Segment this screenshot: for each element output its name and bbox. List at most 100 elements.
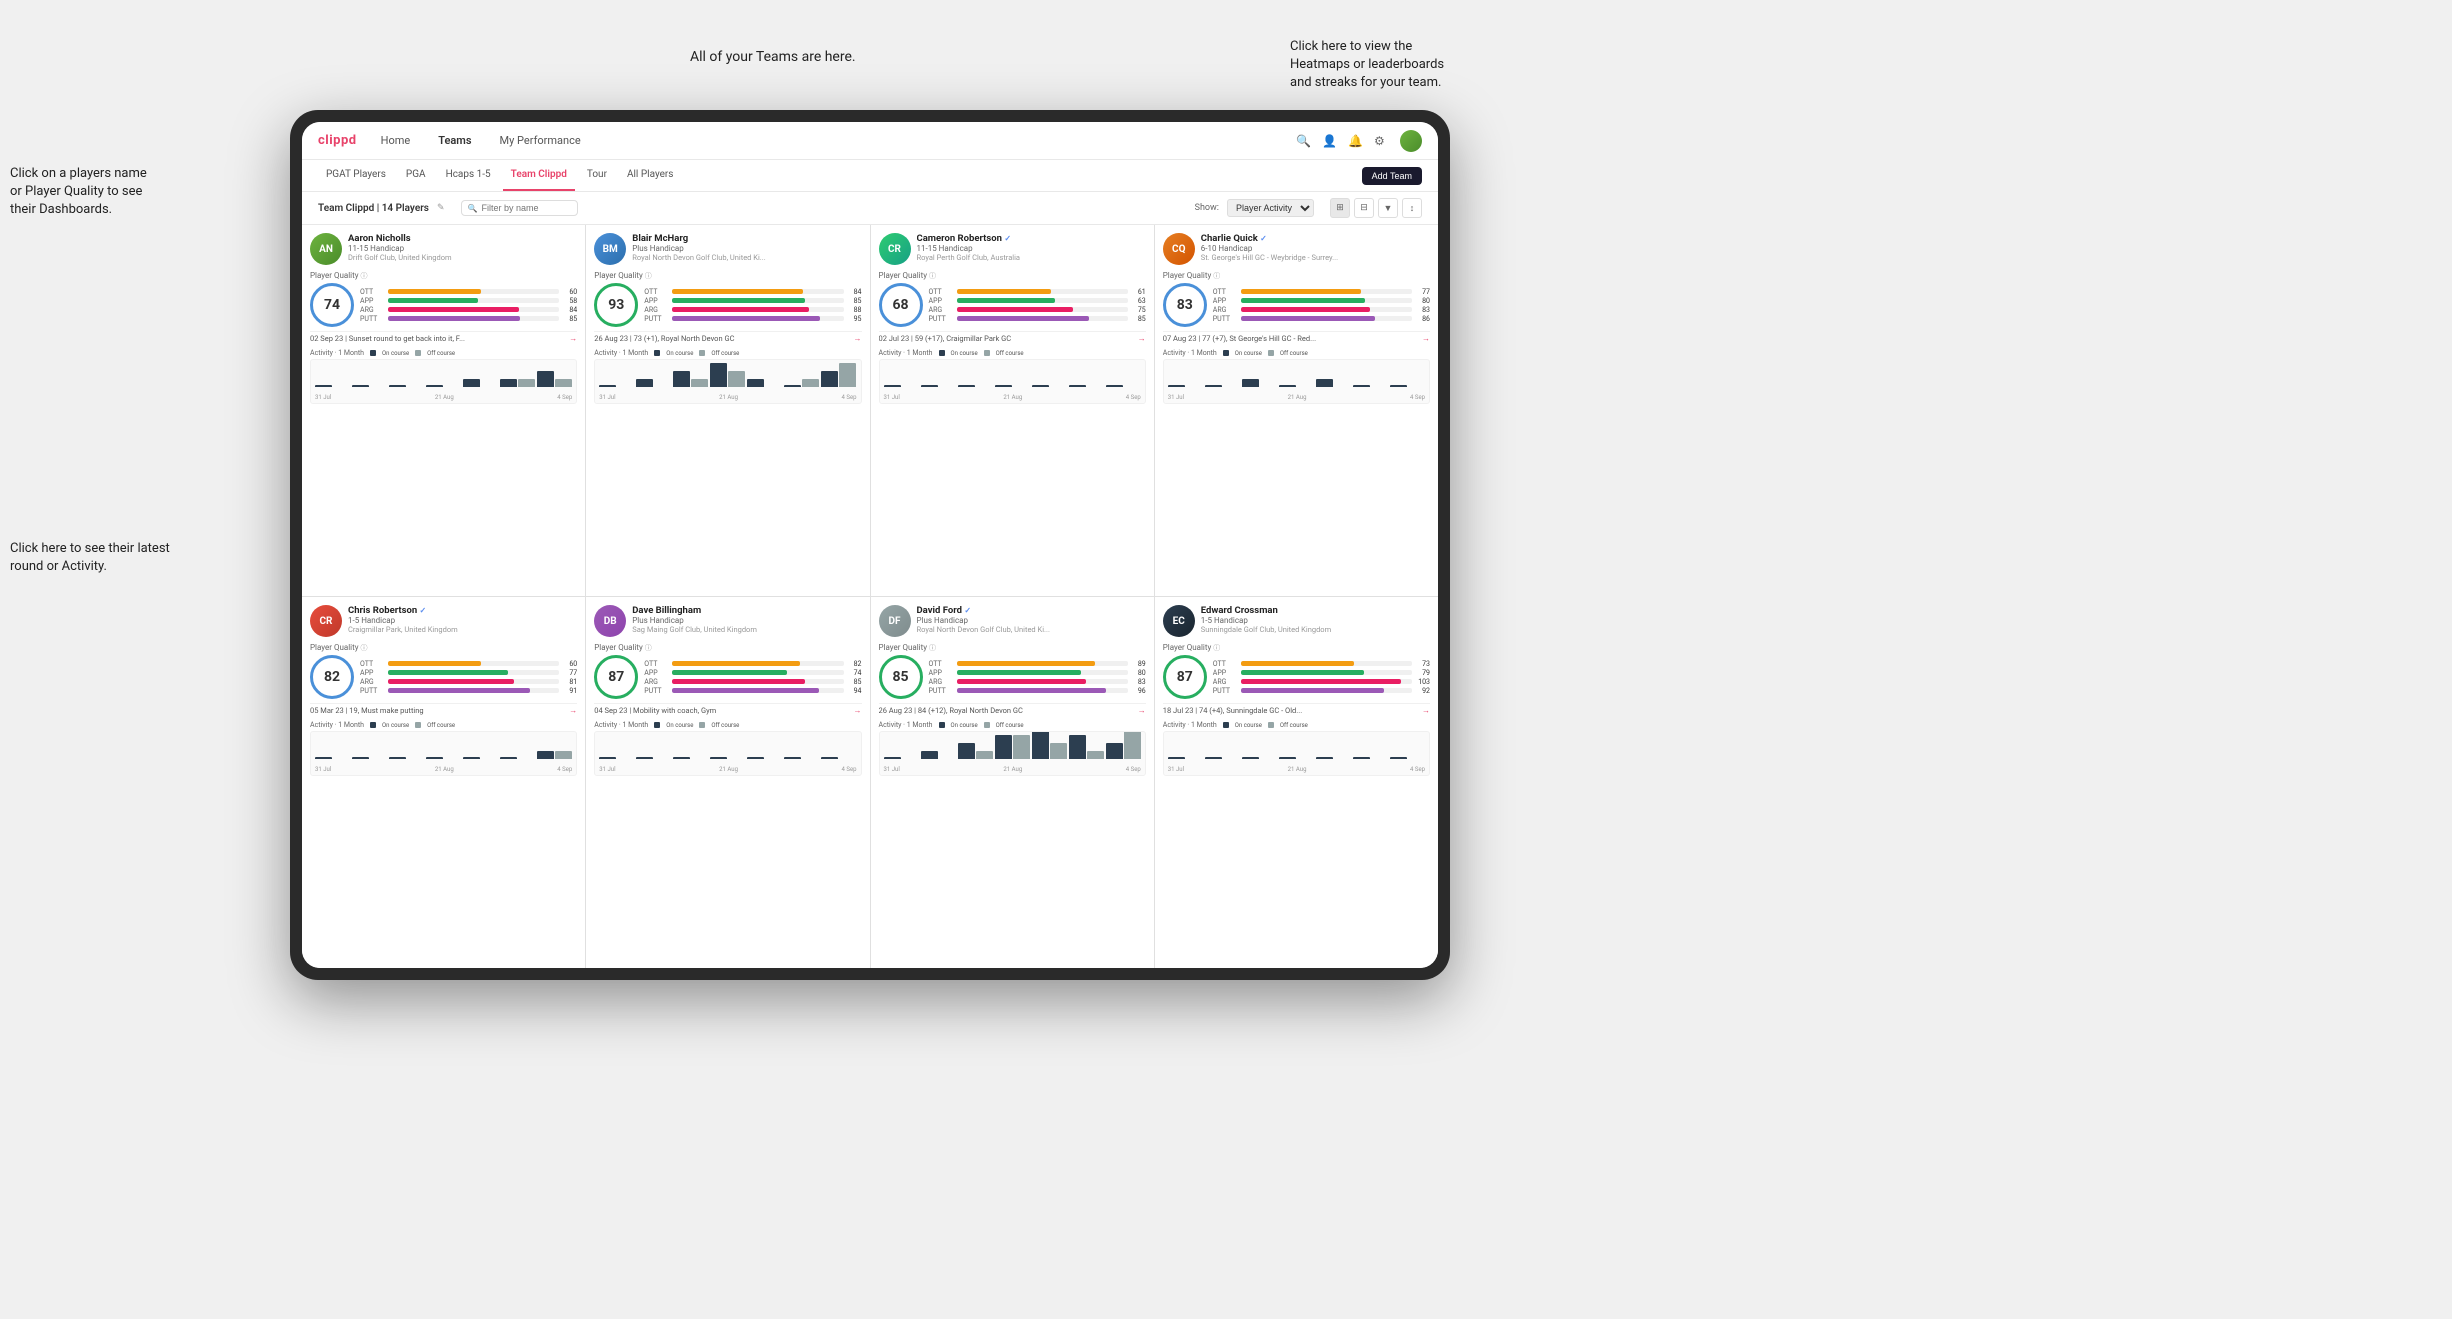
stat-name-putt: PUTT [1213, 687, 1237, 695]
latest-round[interactable]: 04 Sep 23 | Mobility with coach, Gym → [594, 703, 861, 717]
bar-group [958, 743, 993, 759]
nav-my-performance[interactable]: My Performance [496, 132, 585, 149]
chart-label-start: 31 Jul [599, 766, 615, 773]
quality-circle[interactable]: 93 [594, 283, 638, 327]
latest-round-arrow[interactable]: → [569, 706, 577, 715]
stat-bar-putt [672, 316, 843, 321]
sort-button[interactable]: ↕ [1402, 198, 1422, 218]
latest-round-arrow[interactable]: → [854, 334, 862, 343]
quality-circle[interactable]: 87 [594, 655, 638, 699]
add-team-button[interactable]: Add Team [1362, 167, 1422, 185]
tab-pga[interactable]: PGA [398, 160, 434, 191]
quality-circle[interactable]: 85 [879, 655, 923, 699]
stat-bar-putt [388, 688, 559, 693]
latest-round[interactable]: 05 Mar 23 | 19, Must make putting → [310, 703, 577, 717]
filter-button[interactable]: ▼ [1378, 198, 1398, 218]
bar-oncourse [389, 385, 406, 387]
nav-home[interactable]: Home [377, 132, 415, 149]
player-avatar: EC [1163, 605, 1195, 637]
latest-round[interactable]: 02 Jul 23 | 59 (+17), Craigmillar Park G… [879, 331, 1146, 345]
settings-icon[interactable]: ⚙ [1374, 134, 1388, 148]
latest-round-arrow[interactable]: → [1138, 706, 1146, 715]
tab-hcaps[interactable]: Hcaps 1-5 [438, 160, 499, 191]
player-card[interactable]: CR Cameron Robertson ✓ 11-15 Handicap Ro… [871, 225, 1154, 596]
latest-round-arrow[interactable]: → [569, 334, 577, 343]
latest-round[interactable]: 02 Sep 23 | Sunset round to get back int… [310, 331, 577, 345]
user-icon[interactable]: 👤 [1322, 134, 1336, 148]
latest-round-arrow[interactable]: → [1422, 706, 1430, 715]
quality-label: Player Quality ⓘ [1163, 271, 1430, 281]
player-name[interactable]: David Ford ✓ [917, 605, 1146, 616]
chart-labels: 31 Jul 21 Aug 4 Sep [1164, 766, 1429, 773]
player-name[interactable]: Cameron Robertson ✓ [917, 233, 1146, 244]
search-icon[interactable]: 🔍 [1296, 134, 1310, 148]
player-name[interactable]: Edward Crossman [1201, 605, 1430, 616]
player-card[interactable]: AN Aaron Nicholls 11-15 Handicap Drift G… [302, 225, 585, 596]
latest-round[interactable]: 26 Aug 23 | 73 (+1), Royal North Devon G… [594, 331, 861, 345]
player-avatar: AN [310, 233, 342, 265]
player-card[interactable]: CQ Charlie Quick ✓ 6-10 Handicap St. Geo… [1155, 225, 1438, 596]
player-card[interactable]: EC Edward Crossman 1-5 Handicap Sunningd… [1155, 597, 1438, 968]
player-card[interactable]: CR Chris Robertson ✓ 1-5 Handicap Craigm… [302, 597, 585, 968]
stat-name-app: APP [360, 669, 384, 677]
bar-oncourse [1106, 743, 1123, 759]
player-card[interactable]: DB Dave Billingham Plus Handicap Sag Mai… [586, 597, 869, 968]
player-header: EC Edward Crossman 1-5 Handicap Sunningd… [1163, 605, 1430, 637]
latest-round-arrow[interactable]: → [1422, 334, 1430, 343]
tab-tour[interactable]: Tour [579, 160, 615, 191]
stat-row-putt: PUTT 85 [360, 315, 577, 323]
player-name[interactable]: Chris Robertson ✓ [348, 605, 577, 616]
bar-oncourse [389, 757, 406, 759]
stat-bar-app [1241, 670, 1412, 675]
quality-circle[interactable]: 83 [1163, 283, 1207, 327]
latest-round[interactable]: 07 Aug 23 | 77 (+7), St George's Hill GC… [1163, 331, 1430, 345]
quality-circle[interactable]: 68 [879, 283, 923, 327]
latest-round-arrow[interactable]: → [1138, 334, 1146, 343]
grid-view-button[interactable]: ⊞ [1330, 198, 1350, 218]
player-card[interactable]: DF David Ford ✓ Plus Handicap Royal Nort… [871, 597, 1154, 968]
player-name[interactable]: Dave Billingham [632, 605, 861, 616]
chart-label-mid: 21 Aug [435, 394, 454, 401]
stat-row-ott: OTT 84 [644, 288, 861, 296]
latest-round[interactable]: 18 Jul 23 | 74 (+4), Sunningdale GC - Ol… [1163, 703, 1430, 717]
user-avatar[interactable] [1400, 130, 1422, 152]
bar-oncourse [1168, 385, 1185, 387]
quality-circle[interactable]: 87 [1163, 655, 1207, 699]
chart-bars [311, 731, 576, 759]
tab-all-players[interactable]: All Players [619, 160, 682, 191]
list-view-button[interactable]: ⊟ [1354, 198, 1374, 218]
activity-label: Activity · 1 Month On course Off course [594, 349, 861, 357]
bar-offcourse [839, 363, 856, 387]
edit-icon[interactable]: ✎ [437, 203, 445, 213]
tab-team-clippd[interactable]: Team Clippd [503, 160, 575, 191]
bar-group [1106, 731, 1141, 759]
latest-round[interactable]: 26 Aug 23 | 84 (+12), Royal North Devon … [879, 703, 1146, 717]
stat-value-putt: 86 [1416, 315, 1430, 323]
player-name[interactable]: Blair McHarg [632, 233, 861, 244]
stat-name-arg: ARG [1213, 306, 1237, 314]
bar-group [315, 757, 350, 759]
quality-circle[interactable]: 74 [310, 283, 354, 327]
player-name[interactable]: Charlie Quick ✓ [1201, 233, 1430, 244]
player-card[interactable]: BM Blair McHarg Plus Handicap Royal Nort… [586, 225, 869, 596]
stat-bar-arg [957, 307, 1128, 312]
bar-offcourse [976, 751, 993, 759]
stat-bar-arg [1241, 307, 1412, 312]
offcourse-dot [699, 350, 705, 356]
bell-icon[interactable]: 🔔 [1348, 134, 1362, 148]
bar-group [599, 757, 634, 759]
bar-oncourse [747, 379, 764, 387]
latest-round-text: 18 Jul 23 | 74 (+4), Sunningdale GC - Ol… [1163, 706, 1418, 715]
latest-round-arrow[interactable]: → [854, 706, 862, 715]
nav-teams[interactable]: Teams [434, 132, 475, 149]
bar-offcourse [691, 379, 708, 387]
activity-section: Activity · 1 Month On course Off course [594, 721, 861, 960]
quality-circle[interactable]: 82 [310, 655, 354, 699]
show-select[interactable]: Player Activity [1227, 199, 1314, 217]
player-name[interactable]: Aaron Nicholls [348, 233, 577, 244]
tab-pgat[interactable]: PGAT Players [318, 160, 394, 191]
stat-bar-app [388, 670, 559, 675]
bar-offcourse [555, 751, 572, 759]
player-handicap: Plus Handicap [632, 616, 861, 625]
search-input[interactable] [481, 203, 571, 213]
